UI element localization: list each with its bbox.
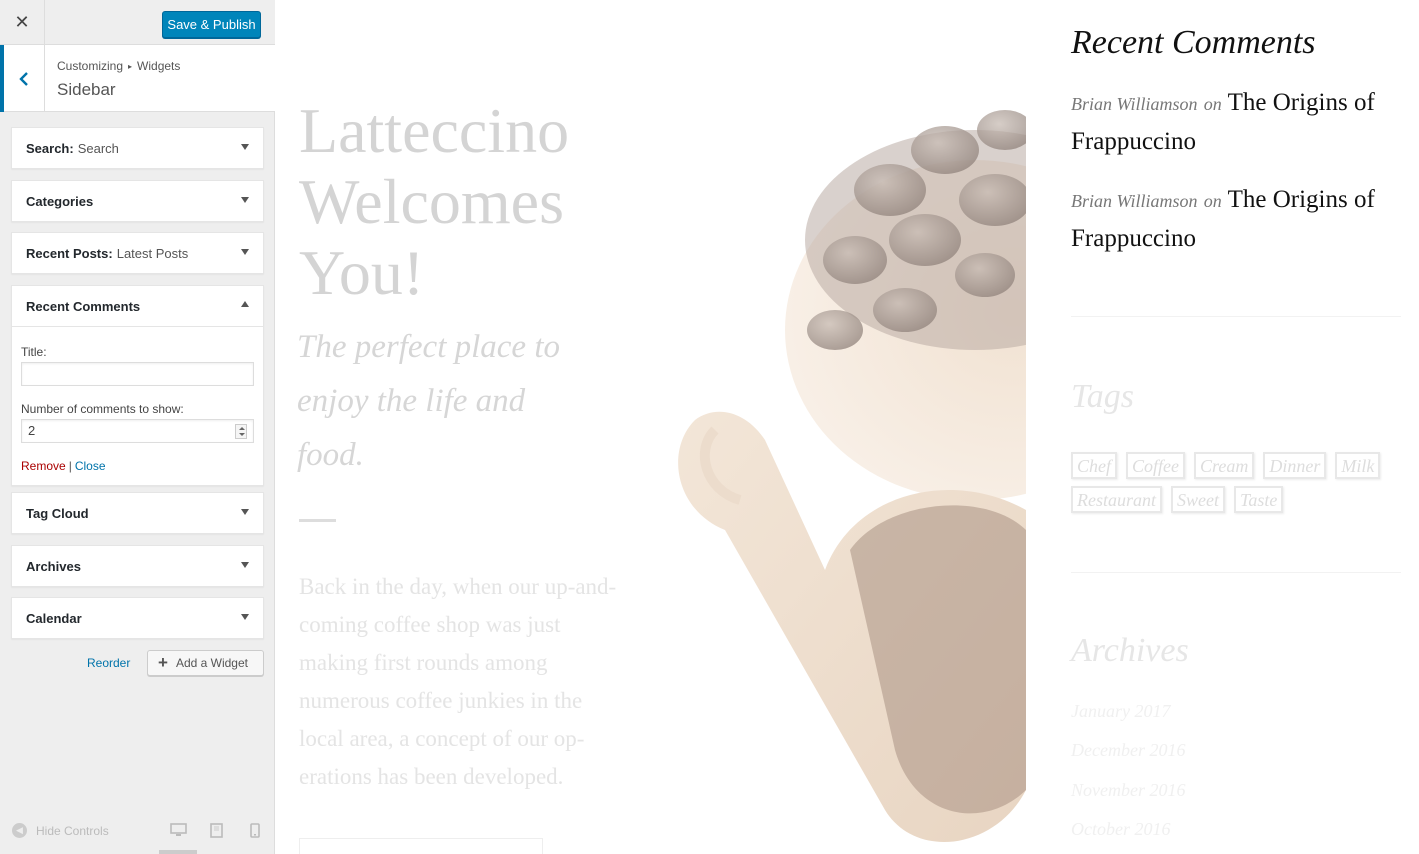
comment-author[interactable]: Brian Williamson [1071, 191, 1198, 211]
expand-arrow-icon[interactable] [241, 197, 249, 203]
desktop-preview-icon[interactable] [170, 823, 187, 837]
widget-instance-title: Search [77, 140, 119, 156]
title-input[interactable] [21, 362, 254, 386]
widget-colon: : [69, 140, 74, 156]
close-link[interactable]: Close [75, 459, 106, 473]
breadcrumb: Customizing ▸ Widgets [57, 59, 180, 73]
recent-comments-heading: Recent Comments [1071, 24, 1316, 61]
hero-subtitle: The perfect place to enjoy the life and … [297, 329, 561, 473]
section-header: Customizing ▸ Widgets Sidebar [0, 45, 275, 112]
widget-categories[interactable]: Categories [11, 180, 264, 222]
expand-arrow-icon[interactable] [241, 249, 249, 255]
tag-coffee[interactable]: Coffee [1126, 452, 1185, 479]
mobile-preview-icon[interactable] [250, 823, 260, 838]
hero-button[interactable] [299, 838, 543, 854]
expand-arrow-icon[interactable] [241, 562, 249, 568]
coffee-beans-image [678, 110, 1026, 843]
widget-tag-cloud[interactable]: Tag Cloud [11, 492, 264, 534]
comment-item: Brian Williamson on The Origins of Frapp… [1071, 181, 1401, 257]
site-preview: Latteccino Welcomes You! The perfect pla… [275, 0, 1419, 854]
widget-actions: Remove | Close [21, 459, 254, 473]
widget-title: Calendar [26, 610, 82, 626]
comment-author[interactable]: Brian Williamson [1071, 94, 1198, 114]
remove-link[interactable]: Remove [21, 459, 66, 473]
widget-archives[interactable]: Archives [11, 545, 264, 587]
add-widget-label: Add a Widget [175, 656, 248, 670]
archive-link[interactable]: December 2016 [1071, 740, 1185, 761]
tablet-preview-icon[interactable] [210, 823, 223, 838]
breadcrumb-customizing: Customizing [57, 59, 124, 73]
widget-form: Title: Number of comments to show: 2 Rem… [12, 326, 263, 485]
tag-dinner[interactable]: Dinner [1263, 452, 1327, 479]
comment-on: on [1203, 94, 1222, 114]
save-publish-button[interactable]: Save & Publish [162, 11, 261, 38]
sidebar-divider [1071, 316, 1401, 317]
widget-header[interactable]: Categories [12, 181, 263, 221]
widget-title: Search [26, 140, 70, 156]
close-icon[interactable]: ✕ [0, 0, 45, 45]
widget-header[interactable]: Calendar [12, 598, 263, 638]
widget-header[interactable]: Archives [12, 546, 263, 586]
archive-link[interactable]: January 2017 [1071, 701, 1170, 722]
archive-link[interactable]: October 2016 [1071, 819, 1170, 840]
tag-cloud: Chef Coffee Cream Dinner Milk Restaurant… [1071, 452, 1401, 513]
active-device-indicator [159, 850, 197, 854]
hero-divider [299, 519, 336, 522]
recent-comments-widget: Recent Comments Brian Williamson on The … [1071, 24, 1401, 257]
action-separator: | [68, 459, 72, 473]
comment-count-input[interactable]: 2 [21, 419, 254, 443]
comment-on: on [1203, 191, 1222, 211]
widget-header[interactable]: Tag Cloud [12, 493, 263, 533]
collapse-arrow-icon[interactable] [241, 301, 249, 307]
number-spinner[interactable] [235, 424, 247, 439]
customizer-panel: ✕ Save & Publish Customizing ▸ Widgets Sid… [0, 0, 275, 854]
expand-arrow-icon[interactable] [241, 509, 249, 515]
title-label: Title: [21, 345, 47, 359]
widget-recent-comments[interactable]: Recent Comments Title: Number of comment… [11, 285, 264, 486]
hide-controls-button[interactable]: ◀ Hide Controls [12, 823, 109, 838]
widget-instance-title: Latest Posts [116, 245, 189, 261]
widget-header[interactable]: Recent Comments [12, 286, 263, 326]
widget-title: Categories [26, 193, 94, 209]
widget-calendar[interactable]: Calendar [11, 597, 264, 639]
widget-header[interactable]: Search: Search [12, 128, 263, 168]
archive-link[interactable]: November 2016 [1071, 780, 1185, 801]
widget-title: Recent Posts [26, 245, 109, 261]
expand-arrow-icon[interactable] [241, 144, 249, 150]
widget-title: Tag Cloud [26, 505, 89, 521]
chevron-left-icon [19, 71, 28, 86]
breadcrumb-widgets: Widgets [137, 59, 181, 73]
tag-cream[interactable]: Cream [1194, 452, 1255, 479]
widget-colon: : [108, 245, 113, 261]
widget-title: Recent Comments [26, 298, 141, 314]
reorder-link[interactable]: Reorder [87, 656, 130, 670]
tag-restaurant[interactable]: Restaurant [1071, 486, 1162, 513]
hide-controls-label: Hide Controls [36, 823, 109, 838]
tag-chef[interactable]: Chef [1071, 452, 1117, 479]
widget-recent-posts[interactable]: Recent Posts: Latest Posts [11, 232, 264, 274]
tag-taste[interactable]: Taste [1234, 486, 1284, 513]
sidebar-divider [1071, 572, 1401, 573]
widget-title: Archives [26, 558, 81, 574]
add-widget-button[interactable]: + Add a Widget [147, 650, 264, 676]
tag-sweet[interactable]: Sweet [1171, 486, 1225, 513]
plus-icon: + [158, 653, 168, 672]
hero-title: Latteccino Welcomes You! [299, 95, 570, 308]
archives-heading: Archives [1071, 632, 1189, 669]
comment-count-value: 2 [28, 423, 36, 438]
hero-body-text: Back in the day, when our up-and-coming … [299, 574, 617, 789]
collapse-icon: ◀ [12, 823, 27, 838]
tags-heading: Tags [1071, 378, 1135, 415]
breadcrumb-separator: ▸ [128, 62, 133, 71]
customizer-footer: ◀ Hide Controls [0, 810, 275, 854]
back-button[interactable] [0, 45, 45, 112]
widget-search[interactable]: Search: Search [11, 127, 264, 169]
widget-header[interactable]: Recent Posts: Latest Posts [12, 233, 263, 273]
section-title: Sidebar [57, 80, 116, 99]
customizer-header-bar: ✕ Save & Publish [0, 0, 275, 45]
comment-item: Brian Williamson on The Origins of Frapp… [1071, 84, 1401, 160]
expand-arrow-icon[interactable] [241, 614, 249, 620]
tag-milk[interactable]: Milk [1335, 452, 1381, 479]
count-label: Number of comments to show: [21, 402, 184, 416]
